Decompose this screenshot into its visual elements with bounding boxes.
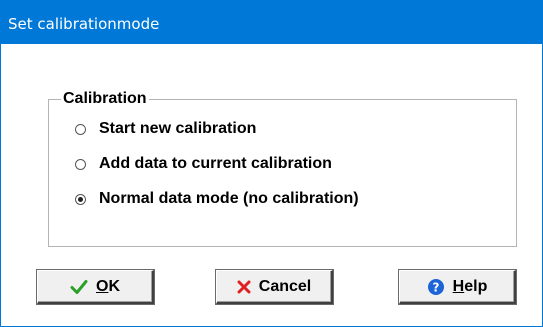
radio-add-data-to-current-calibration[interactable]: Add data to current calibration (75, 155, 332, 173)
checkmark-icon (70, 279, 88, 295)
radio-label: Start new calibration (99, 120, 257, 137)
svg-text:?: ? (432, 280, 439, 294)
dialog-body: Calibration Start new calibration Add da… (1, 44, 542, 326)
dialog-window: Set calibrationmode Calibration Start ne… (0, 0, 543, 327)
ok-button[interactable]: OK (37, 270, 154, 304)
radio-start-new-calibration[interactable]: Start new calibration (75, 120, 256, 138)
help-button-label: Help (452, 277, 488, 295)
x-icon (237, 280, 251, 294)
window-title: Set calibrationmode (8, 15, 160, 33)
radio-label: Add data to current calibration (99, 155, 332, 172)
radio-button[interactable] (75, 123, 86, 135)
ok-button-label: OK (95, 277, 120, 295)
cancel-button[interactable]: Cancel (216, 270, 333, 304)
calibration-group-title: Calibration (61, 90, 149, 108)
radio-normal-data-mode[interactable]: Normal data mode (no calibration) (75, 190, 359, 208)
calibration-groupbox: Calibration Start new calibration Add da… (48, 90, 517, 247)
cancel-button-label: Cancel (258, 277, 312, 295)
help-icon: ? (427, 278, 445, 296)
title-bar[interactable]: Set calibrationmode (0, 0, 543, 44)
radio-label: Normal data mode (no calibration) (99, 190, 359, 207)
help-button[interactable]: ? Help (399, 270, 516, 304)
radio-button[interactable] (75, 158, 86, 170)
radio-button[interactable] (75, 193, 86, 205)
